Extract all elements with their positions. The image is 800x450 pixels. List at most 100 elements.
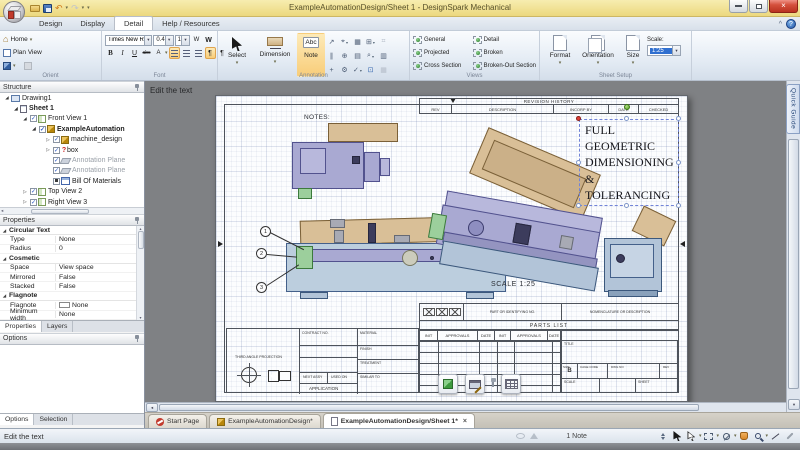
close-button[interactable]: × (769, 0, 798, 13)
font-family-input[interactable] (108, 37, 145, 43)
expander-icon[interactable]: ▷ (44, 137, 52, 143)
width-wide-button[interactable]: W (203, 34, 214, 46)
insert-table-button[interactable] (501, 374, 521, 394)
tree-item-box[interactable]: ▷ ✓ ? box (0, 145, 144, 155)
tree-item-drawing1[interactable]: ◢ Drawing1 (0, 93, 144, 103)
visibility-checkbox[interactable]: ✓ (30, 188, 37, 196)
properties-vscrollbar[interactable]: ▴ ▾ (136, 226, 144, 320)
tree-item-right-view[interactable]: ▷ ✓ Right View 3 (0, 197, 144, 207)
property-row-minimum-width[interactable]: Minimum width None (0, 308, 136, 322)
orientation-dropdown-icon[interactable]: ▾ (597, 60, 600, 66)
pin-icon[interactable] (134, 334, 141, 343)
projected-view-button[interactable]: Projected (413, 46, 471, 59)
broken-view-button[interactable]: Broken (472, 46, 536, 59)
quick-guide-tab[interactable]: Quick Guide (786, 84, 800, 134)
property-value[interactable]: None (55, 301, 136, 309)
scale-note[interactable]: SCALE 1:25 (491, 281, 536, 288)
font-family-dropdown-icon[interactable]: ▾ (144, 35, 152, 45)
expander-icon[interactable]: ▷ (44, 147, 52, 153)
scroll-left-icon[interactable]: ◂ (1, 208, 3, 214)
section-expander-icon[interactable]: ◢ (0, 228, 9, 233)
dimension-dropdown-icon[interactable]: ▾ (274, 59, 277, 65)
machine-top-view-lid[interactable] (328, 123, 398, 142)
select-alt-tool-icon[interactable] (685, 430, 698, 442)
align-right-button[interactable] (193, 47, 204, 59)
zoom-region-dropdown-icon[interactable]: ▾ (372, 54, 374, 59)
section-flagnote[interactable]: ◢ Flagnote (0, 292, 136, 302)
size-button[interactable]: Size ▾ (619, 33, 647, 77)
property-value[interactable]: False (55, 283, 136, 291)
app-logo-icon[interactable] (3, 1, 25, 23)
width-factor-combo[interactable]: 1 ▾ (174, 34, 190, 46)
tab-options[interactable]: Options (0, 413, 35, 425)
structure-hscrollbar[interactable]: ◂ (0, 207, 144, 214)
balloon-callout[interactable]: 1 (260, 226, 271, 237)
gdt-note-line[interactable]: DIMENSIONING (580, 154, 678, 170)
gdt-note-line[interactable]: GEOMETRIC (580, 138, 678, 154)
property-value[interactable]: 0 (55, 245, 136, 253)
section-cosmetic[interactable]: ◢ Cosmetic (0, 254, 136, 264)
tree-item-sheet1[interactable]: ◢ Sheet 1 (0, 103, 144, 113)
measure-tool-icon[interactable] (769, 430, 782, 442)
selection-handle[interactable] (676, 116, 681, 121)
spin-dropdown-icon[interactable]: ▾ (13, 63, 16, 69)
property-row-radius[interactable]: Radius 0 (0, 245, 136, 255)
cell-table-icon[interactable]: ▥ (377, 49, 390, 63)
drawing-canvas[interactable]: Edit the text NOTES: REVISION HISTORY RE… (145, 81, 786, 412)
visibility-checkbox[interactable]: ✓ (53, 136, 60, 144)
tab-design-document[interactable]: ExampleAutomationDesign* (209, 414, 321, 428)
collapse-ribbon-icon[interactable]: ^ (779, 21, 782, 28)
scroll-thumb[interactable] (31, 208, 90, 214)
spin-cube-icon[interactable] (3, 61, 11, 70)
text-direction-ltr-button[interactable]: ¶ (204, 47, 216, 59)
notes-label[interactable]: NOTES: (304, 114, 330, 121)
selection-handle[interactable] (676, 160, 681, 165)
selection-handle[interactable] (676, 203, 681, 208)
scroll-thumb[interactable] (137, 231, 144, 249)
home-button[interactable]: ⌂ Home ▾ (3, 33, 98, 46)
datum-symbol-icon[interactable]: ⌖ ▾ (338, 35, 351, 49)
restore-button[interactable] (749, 0, 768, 13)
title-block-right[interactable]: TITLE B SIZE CAGE CODE DWG NO REV SCALE … (561, 330, 679, 393)
scale-combo[interactable]: 1:25 ▾ (647, 45, 681, 56)
solid-view-button[interactable] (438, 374, 458, 394)
expander-icon[interactable]: ▷ (21, 189, 29, 195)
title-block-left[interactable]: CONTRACT NO. MATERIAL FINISH TREATMENT S… (226, 328, 420, 394)
canvas-hscrollbar[interactable]: ◂ (145, 402, 786, 412)
align-center-button[interactable] (181, 47, 192, 59)
pin-icon[interactable] (134, 216, 141, 225)
note-leader-icon[interactable]: ↗ (325, 35, 338, 49)
no-selection-tool-icon[interactable] (720, 430, 733, 442)
expander-icon[interactable]: ◢ (3, 95, 11, 101)
property-value[interactable]: None (55, 311, 136, 319)
surface-finish-icon[interactable]: ▤ (351, 49, 364, 63)
select-tool-icon[interactable] (671, 430, 684, 442)
scroll-thumb[interactable] (788, 139, 799, 389)
select-button[interactable]: Select ▾ (221, 33, 253, 77)
weld-symbol-icon[interactable]: ⊕ (338, 49, 351, 63)
table-dropdown-icon[interactable]: ▾ (373, 40, 375, 45)
gdt-note-line[interactable]: & (580, 171, 678, 187)
zoom-region-icon[interactable]: ⌕ ▾ (364, 49, 377, 63)
bold-button[interactable]: B (105, 47, 116, 59)
section-circular-text[interactable]: ◢ Circular Text (0, 226, 136, 236)
property-row-type[interactable]: Type None (0, 235, 136, 245)
pan-tool-icon[interactable] (737, 430, 750, 442)
selection-handle[interactable] (624, 116, 629, 121)
check-dropdown-icon[interactable]: ▾ (360, 68, 362, 73)
zoom-tool-icon[interactable] (751, 430, 764, 442)
rotate-handle[interactable] (624, 104, 630, 110)
format-button[interactable]: Format ▾ (543, 33, 577, 77)
edit-table-button[interactable] (465, 374, 485, 394)
close-tab-icon[interactable]: × (463, 418, 467, 425)
property-value[interactable]: False (55, 273, 136, 281)
property-row-mirrored[interactable]: Mirrored False (0, 273, 136, 283)
tab-start-page[interactable]: Start Page (148, 414, 208, 428)
parts-list-table[interactable]: PART OR IDENTIFYING NO. NOMENCLATURE OR … (419, 303, 679, 330)
zoom-dropdown-icon[interactable]: ▾ (765, 433, 768, 439)
home-dropdown-icon[interactable]: ▾ (30, 37, 33, 43)
selection-handle[interactable] (624, 203, 629, 208)
datum-dropdown-icon[interactable]: ▾ (346, 40, 348, 45)
tab-properties[interactable]: Properties (0, 320, 42, 332)
scale-dropdown-icon[interactable]: ▾ (672, 46, 680, 55)
